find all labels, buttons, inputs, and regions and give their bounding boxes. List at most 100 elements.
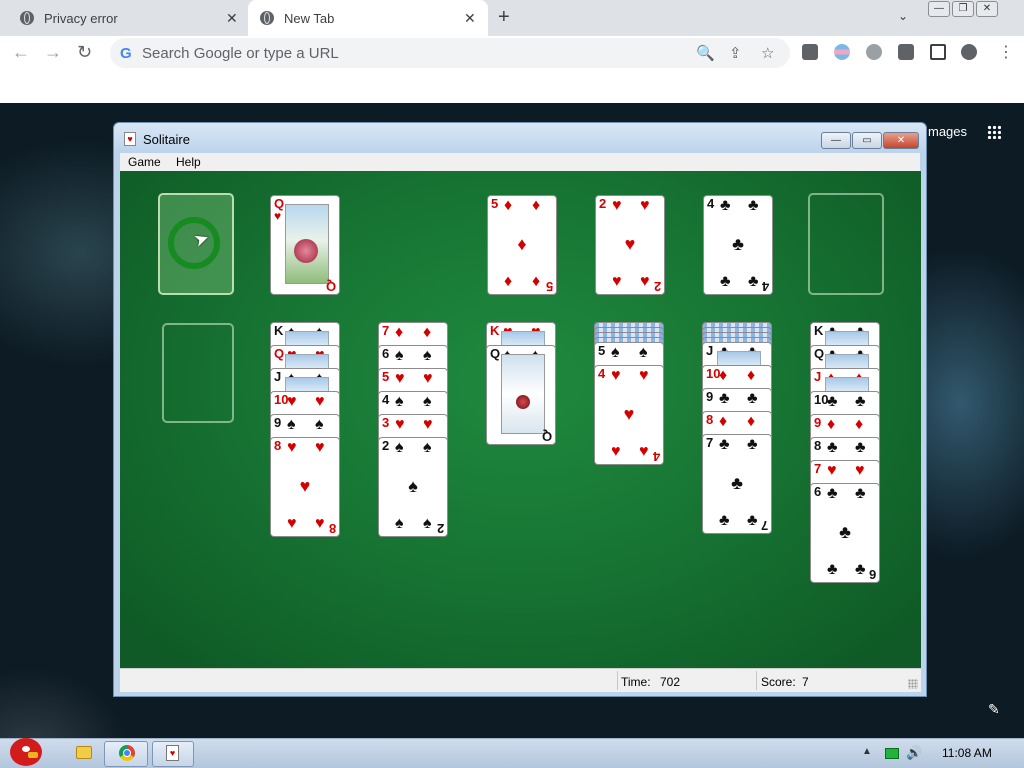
- card-center-pip: ♥: [624, 234, 636, 254]
- extension-icon[interactable]: [866, 44, 882, 60]
- menu-bar: Game Help: [120, 153, 920, 171]
- card-suit-pip: ♣: [748, 197, 759, 214]
- restore-button[interactable]: ❐: [952, 1, 974, 17]
- card-rank: 4: [707, 196, 715, 211]
- angry-birds-start-icon[interactable]: [4, 734, 48, 768]
- solitaire-window: ♥ Solitaire — ▭ ✕ Game Help ➤ Q ♥ Q 5 ♦ ♦ ♦…: [113, 122, 927, 697]
- tab-privacy-error[interactable]: Privacy error ✕: [8, 0, 248, 36]
- tab-strip: Privacy error ✕ New Tab ✕ + ⌄ — ❐ ✕: [0, 0, 1024, 36]
- card-suit-pip: ♦: [827, 416, 836, 433]
- time-value: 702: [660, 675, 681, 689]
- playing-card[interactable]: 4 ♥ ♥ ♥ ♥ ♥ 4: [594, 365, 664, 465]
- show-hidden-icons[interactable]: ▲: [862, 746, 872, 757]
- maximize-button[interactable]: ▭: [852, 132, 882, 149]
- card-suit-pip: ♣: [720, 197, 731, 214]
- profile-icon[interactable]: [961, 44, 977, 60]
- google-icon: G: [120, 45, 132, 62]
- close-button[interactable]: ✕: [883, 132, 919, 149]
- volume-icon[interactable]: 🔊: [906, 745, 922, 761]
- customize-pencil-icon[interactable]: ✎: [988, 701, 1000, 718]
- card-rank-bottom: 8: [328, 521, 336, 536]
- playing-card[interactable]: 7 ♣ ♣ ♣ ♣ ♣ 7: [702, 434, 772, 534]
- card-suit-pip: ♥: [612, 197, 622, 214]
- browser-menu-icon[interactable]: ⋮: [998, 42, 1014, 62]
- card-rank-bottom: 4: [652, 449, 660, 464]
- folder-icon[interactable]: [76, 746, 92, 759]
- card-suit-pip: ♥: [827, 462, 837, 479]
- foundation-card[interactable]: 2 ♥ ♥ ♥ ♥ ♥ 2: [595, 195, 665, 295]
- card-suit-pip: ♠: [423, 393, 432, 410]
- card-suit-pip: ♣: [827, 485, 838, 502]
- playing-card[interactable]: 6 ♣ ♣ ♣ ♣ ♣ 6: [810, 483, 880, 583]
- card-rank: 8: [274, 438, 282, 453]
- tab-new-tab[interactable]: New Tab ✕: [248, 0, 488, 36]
- zoom-icon[interactable]: 🔍: [696, 44, 715, 62]
- chrome-tab-icon: [260, 11, 274, 25]
- ublock-shield-icon[interactable]: [802, 44, 818, 60]
- playing-card[interactable]: Q♠♠Q: [486, 345, 556, 445]
- battery-icon[interactable]: [885, 748, 899, 759]
- card-suit-pip: ♠: [395, 393, 404, 410]
- card-suit-pip: ♦: [719, 413, 728, 430]
- card-rank: 9: [274, 415, 282, 430]
- tab-search-icon[interactable]: ⌄: [898, 9, 908, 23]
- score-value: 7: [802, 675, 809, 689]
- reload-button[interactable]: ↻: [77, 42, 92, 63]
- foundation-empty-slot[interactable]: [808, 193, 884, 295]
- tab-title: New Tab: [284, 10, 335, 26]
- card-rank-bottom: 4: [761, 279, 769, 294]
- close-tab-icon[interactable]: ✕: [226, 10, 238, 27]
- time-label: Time:: [621, 675, 651, 689]
- card-rank: 5: [382, 369, 390, 384]
- card-suit-pip: ♣: [720, 273, 731, 290]
- share-icon[interactable]: ⇪: [729, 44, 742, 62]
- close-button[interactable]: ✕: [976, 1, 998, 17]
- card-rank: K: [490, 323, 500, 338]
- card-suit-pip: ♦: [855, 416, 864, 433]
- card-rank: 8: [706, 412, 714, 427]
- card-suit-pip: ♥: [315, 439, 325, 456]
- extensions-puzzle-icon[interactable]: [898, 44, 914, 60]
- menu-help[interactable]: Help: [176, 155, 201, 169]
- card-suit-pip: ♠: [611, 344, 620, 361]
- card-rank: 5: [598, 343, 606, 358]
- address-placeholder[interactable]: Search Google or type a URL: [142, 45, 339, 62]
- playing-card[interactable]: 8 ♥ ♥ ♥ ♥ ♥ 8: [270, 437, 340, 537]
- card-suit-pip: ♠: [315, 416, 324, 433]
- bookmark-star-icon[interactable]: ☆: [761, 44, 774, 62]
- waste-card[interactable]: Q ♥ Q: [270, 195, 340, 295]
- solitaire-app-icon: ♥: [124, 132, 136, 146]
- minimize-button[interactable]: —: [821, 132, 851, 149]
- clock[interactable]: 11:08 AM: [942, 746, 992, 760]
- foundation-card[interactable]: 5 ♦ ♦ ♦ ♦ ♦ 5: [487, 195, 557, 295]
- card-suit-pip: ♣: [748, 273, 759, 290]
- title-bar[interactable]: ♥ Solitaire — ▭ ✕: [114, 123, 926, 153]
- card-suit-pip: ♦: [504, 273, 513, 290]
- window-title: Solitaire: [143, 132, 190, 147]
- card-rank: 7: [706, 435, 714, 450]
- minimize-button[interactable]: —: [928, 1, 950, 17]
- forward-button[interactable]: →: [44, 42, 62, 63]
- back-button[interactable]: ←: [12, 42, 30, 63]
- menu-game[interactable]: Game: [128, 155, 161, 169]
- playing-card[interactable]: 2 ♠ ♠ ♠ ♠ ♠ 2: [378, 437, 448, 537]
- card-center-pip: ♣: [732, 234, 744, 254]
- images-link[interactable]: mages: [928, 124, 967, 139]
- side-panel-icon[interactable]: [930, 44, 946, 60]
- card-rank: 5: [491, 196, 499, 211]
- card-rank: K: [814, 323, 824, 338]
- google-apps-icon[interactable]: [987, 125, 1001, 139]
- foundation-card[interactable]: 4 ♣ ♣ ♣ ♣ ♣ 4: [703, 195, 773, 295]
- card-suit-pip: ♦: [747, 413, 756, 430]
- address-bar[interactable]: G Search Google or type a URL 🔍 ⇪ ☆: [110, 38, 790, 68]
- extension-flag-icon[interactable]: [834, 44, 850, 60]
- stock-pile[interactable]: ➤: [158, 193, 234, 295]
- resize-grip[interactable]: [908, 679, 918, 689]
- card-rank-bottom: 2: [653, 279, 661, 294]
- new-tab-button[interactable]: +: [498, 6, 510, 29]
- card-suit-pip: ♣: [747, 436, 758, 453]
- card-center-pip: ♥: [623, 404, 635, 424]
- close-tab-icon[interactable]: ✕: [464, 10, 476, 27]
- card-suit-pip: ♥: [287, 439, 297, 456]
- tableau-empty-slot[interactable]: [162, 323, 234, 423]
